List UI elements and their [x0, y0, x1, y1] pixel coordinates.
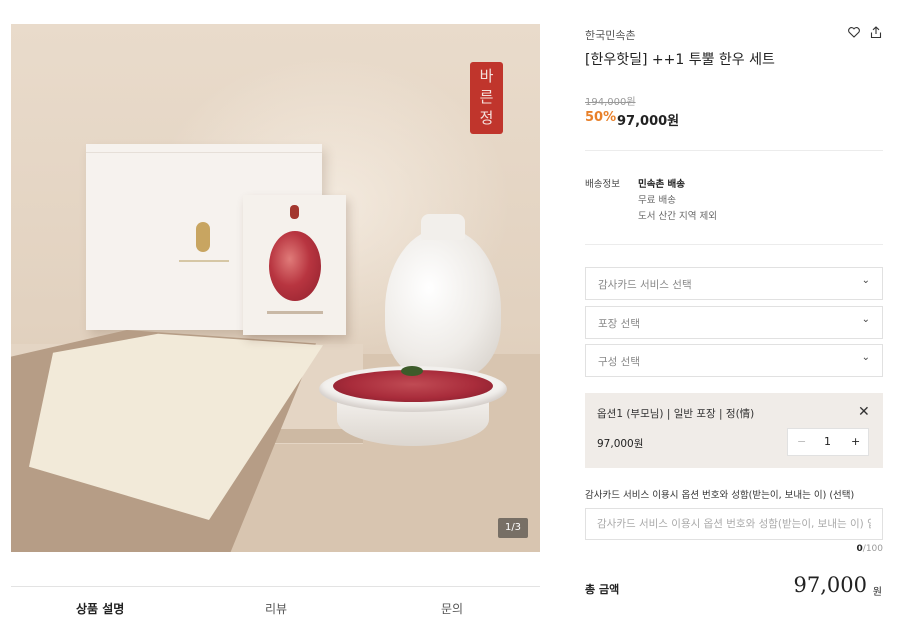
quantity-value[interactable]: 1: [824, 435, 831, 448]
divider: [585, 244, 883, 245]
total-label: 총 금액: [585, 583, 620, 596]
message-input[interactable]: [585, 508, 883, 540]
select-label: 포장 선택: [598, 318, 640, 330]
option-price: 97,000원: [597, 438, 644, 450]
chevron-down-icon: ⌄: [861, 352, 870, 363]
tab-inquiry[interactable]: 문의: [441, 600, 463, 617]
product-card: [243, 195, 346, 335]
card-service-select[interactable]: 감사카드 서비스 선택 ⌄: [585, 267, 883, 300]
beef-window: [269, 231, 321, 301]
select-label: 감사카드 서비스 선택: [598, 279, 692, 291]
close-icon[interactable]: ✕: [858, 404, 870, 420]
select-label: 구성 선택: [598, 356, 640, 368]
char-count: 0/100: [856, 544, 883, 554]
message-label: 감사카드 서비스 이용시 옵션 번호와 성함(받는이, 보내는 이) (선택): [585, 490, 855, 501]
divider: [585, 150, 883, 151]
shipping-note: 도서 산간 지역 제외: [638, 211, 717, 222]
chevron-down-icon: ⌄: [861, 275, 870, 286]
brand-seal-logo: 바른정: [470, 62, 503, 134]
minus-button[interactable]: −: [797, 435, 806, 448]
image-counter: 1/3: [498, 518, 528, 538]
shipping-fee: 무료 배송: [638, 195, 676, 206]
plus-button[interactable]: +: [851, 435, 860, 448]
seal-text: 바른정: [479, 67, 494, 127]
packaging-select[interactable]: 포장 선택 ⌄: [585, 306, 883, 339]
original-price: 194,000원: [585, 97, 636, 108]
option-name: 옵션1 (부모님) | 일반 포장 | 정(情): [597, 408, 755, 420]
chevron-down-icon: ⌄: [861, 314, 870, 325]
quantity-stepper: − 1 +: [787, 428, 869, 456]
total-amount: 97,000: [793, 573, 867, 597]
discount-rate: 50%: [585, 110, 617, 125]
sale-price: 97,000원: [617, 114, 680, 129]
product-image[interactable]: 바른정 1/3: [11, 24, 540, 552]
composition-select[interactable]: 구성 선택 ⌄: [585, 344, 883, 377]
brand-name[interactable]: 한국민속촌: [585, 27, 636, 43]
gift-box-emblem: [196, 222, 210, 252]
product-title: [한우핫딜] ++1 투뿔 한우 세트: [585, 52, 775, 68]
shipping-label: 배송정보: [585, 179, 620, 190]
tab-description[interactable]: 상품 설명: [76, 600, 124, 617]
tabs-divider: [11, 586, 540, 587]
heart-icon[interactable]: [846, 26, 862, 42]
tab-reviews[interactable]: 리뷰: [265, 600, 287, 617]
selected-option: 옵션1 (부모님) | 일반 포장 | 정(情) ✕ 97,000원 − 1 +: [585, 393, 883, 468]
vase: [385, 214, 501, 378]
total-unit: 원: [872, 587, 882, 598]
share-icon[interactable]: [868, 26, 884, 42]
shipping-method: 민속촌 배송: [638, 179, 686, 190]
beef-plate: [319, 366, 507, 446]
